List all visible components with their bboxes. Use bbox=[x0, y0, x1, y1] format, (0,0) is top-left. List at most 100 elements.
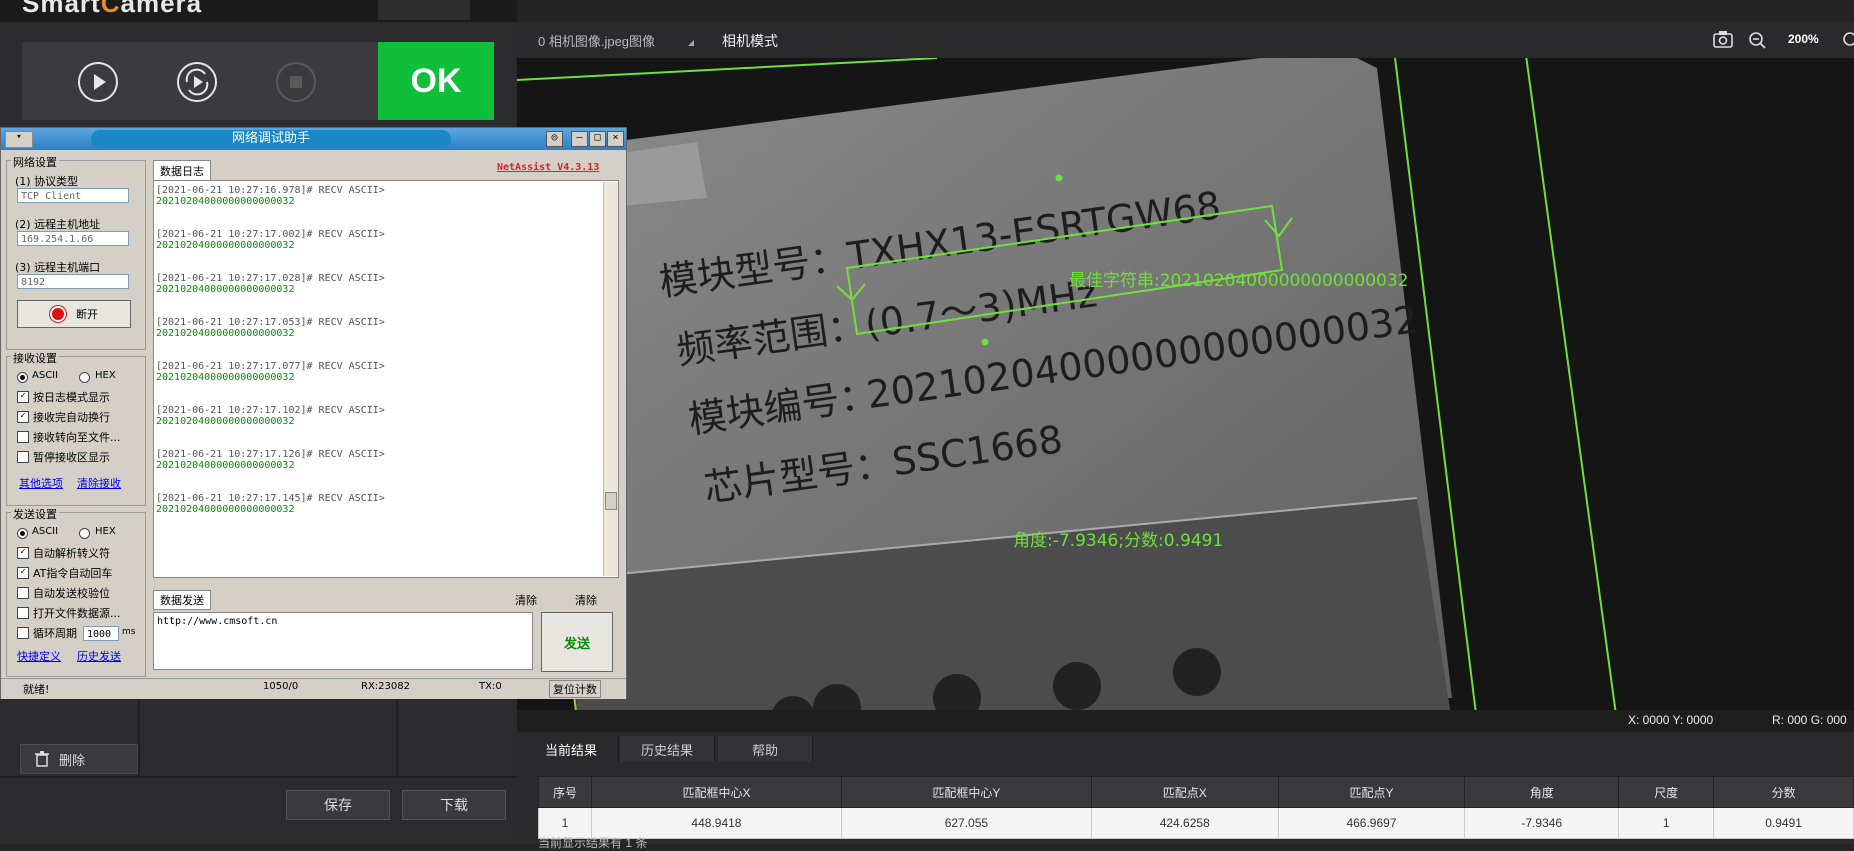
save-button[interactable]: 保存 bbox=[286, 790, 390, 820]
col-header[interactable]: 匹配框中心Y bbox=[840, 776, 1092, 808]
minimize-icon[interactable]: – bbox=[571, 131, 588, 147]
protocol-select[interactable]: TCP Client bbox=[17, 188, 129, 203]
data-log-tab[interactable]: 数据日志 bbox=[153, 160, 211, 181]
col-header[interactable]: 序号 bbox=[538, 776, 592, 808]
col-header[interactable]: 匹配框中心X bbox=[591, 776, 842, 808]
send-opt-label: AT指令自动回车 bbox=[33, 567, 113, 580]
camera-mode-label[interactable]: 相机模式 bbox=[722, 31, 778, 51]
camera-icon[interactable] bbox=[1712, 28, 1734, 50]
log-entry-header: [2021-06-21 10:27:17.053]# RECV ASCII> bbox=[156, 317, 385, 328]
system-menu-icon[interactable]: ▾ bbox=[5, 131, 33, 148]
recv-opt-checkbox[interactable]: ✓ bbox=[17, 411, 29, 423]
clear-receive-link[interactable]: 清除接收 bbox=[77, 475, 121, 491]
remote-host-input[interactable]: 169.254.1.66 bbox=[17, 231, 129, 246]
protocol-label: (1) 协议类型 bbox=[15, 175, 79, 188]
recv-opt-checkbox[interactable] bbox=[17, 431, 29, 443]
camera-image[interactable]: 模块型号：TXHX13-ESRTGW68 频率范围：(0.7～3)MHz 模块编… bbox=[517, 58, 1854, 722]
send-ascii-label: ASCII bbox=[32, 526, 59, 537]
recv-ascii-radio[interactable] bbox=[17, 372, 28, 383]
send-button[interactable]: 发送 bbox=[541, 612, 613, 672]
viewer-toolbar bbox=[517, 22, 1854, 58]
trash-icon bbox=[35, 751, 49, 767]
send-hex-radio[interactable] bbox=[79, 528, 90, 539]
col-header[interactable]: 角度 bbox=[1464, 776, 1620, 808]
disconnect-button[interactable]: 断开 bbox=[17, 300, 131, 328]
recv-opt-label: 接收完自动换行 bbox=[33, 411, 110, 424]
receive-log[interactable]: [2021-06-21 10:27:16.978]# RECV ASCII> 20… bbox=[153, 180, 619, 578]
image-source-label[interactable]: 0 相机图像.jpeg图像 bbox=[538, 31, 655, 50]
recv-opt-checkbox[interactable]: ✓ bbox=[17, 391, 29, 403]
send-opt-checkbox[interactable] bbox=[17, 607, 29, 619]
netassist-window[interactable]: ▾ 网络调试助手 ◎ – □ × 网络设置 (1) 协议类型 TCP Clien… bbox=[0, 127, 627, 699]
log-entry-data: 20210204000000000000032 bbox=[156, 504, 295, 515]
best-string-overlay: 最佳字符串:20210204000000000000032 bbox=[1069, 271, 1409, 291]
status-rx: RX:23082 bbox=[361, 681, 410, 692]
send-opt-label: 自动发送校验位 bbox=[33, 587, 110, 600]
log-entry-data: 20210204000000000000032 bbox=[156, 416, 295, 427]
pin-icon[interactable]: ◎ bbox=[546, 131, 563, 147]
log-entry-header: [2021-06-21 10:27:17.126]# RECV ASCII> bbox=[156, 449, 385, 460]
download-button[interactable]: 下载 bbox=[402, 790, 506, 820]
ok-status-indicator: OK bbox=[378, 42, 494, 120]
delete-button[interactable]: 删除 bbox=[20, 744, 138, 774]
tab-current-results[interactable]: 当前结果 bbox=[524, 736, 619, 762]
play-button[interactable] bbox=[78, 62, 118, 102]
data-send-tab[interactable]: 数据发送 bbox=[153, 590, 211, 610]
table-cell: 1 bbox=[1618, 807, 1715, 839]
divider bbox=[0, 776, 517, 778]
netassist-status-bar bbox=[1, 678, 626, 699]
network-settings-title: 网络设置 bbox=[11, 154, 59, 170]
table-cell: 0.9491 bbox=[1713, 807, 1854, 839]
clear-send-button[interactable]: 清除 bbox=[575, 592, 597, 608]
table-row[interactable]: 1 448.9418 627.055 424.6258 466.9697 -7.… bbox=[538, 807, 1854, 839]
send-opt-checkbox[interactable]: ✓ bbox=[17, 547, 29, 559]
col-header[interactable]: 匹配点X bbox=[1090, 776, 1279, 808]
recv-hex-radio[interactable] bbox=[79, 372, 90, 383]
top-tab-block bbox=[378, 0, 470, 20]
recv-opt-checkbox[interactable] bbox=[17, 451, 29, 463]
log-entry-header: [2021-06-21 10:27:17.077]# RECV ASCII> bbox=[156, 361, 385, 372]
log-entry-header: [2021-06-21 10:27:17.145]# RECV ASCII> bbox=[156, 493, 385, 504]
connection-status-icon bbox=[50, 306, 66, 322]
send-opt-checkbox[interactable]: ✓ bbox=[17, 567, 29, 579]
tab-help[interactable]: 帮助 bbox=[718, 736, 813, 762]
divider bbox=[138, 700, 140, 776]
zoom-out-icon[interactable] bbox=[1746, 29, 1768, 51]
log-entry-header: [2021-06-21 10:27:17.028]# RECV ASCII> bbox=[156, 273, 385, 284]
loop-unit: ms bbox=[122, 627, 136, 637]
history-send-link[interactable]: 历史发送 bbox=[77, 648, 121, 664]
send-settings-title: 发送设置 bbox=[11, 506, 59, 522]
table-cell: 424.6258 bbox=[1090, 807, 1279, 839]
recv-opt-label: 暂停接收区显示 bbox=[33, 451, 110, 464]
quick-define-link[interactable]: 快捷定义 bbox=[17, 648, 61, 664]
status-tx: TX:0 bbox=[479, 681, 502, 692]
col-header[interactable]: 分数 bbox=[1713, 776, 1854, 808]
loop-run-button[interactable] bbox=[177, 62, 217, 102]
col-header[interactable]: 匹配点Y bbox=[1277, 776, 1466, 808]
stop-icon bbox=[290, 76, 302, 88]
zoom-in-icon[interactable] bbox=[1840, 29, 1854, 51]
source-dropdown-icon[interactable] bbox=[688, 40, 694, 46]
col-header[interactable]: 尺度 bbox=[1618, 776, 1715, 808]
log-scrollbar[interactable] bbox=[603, 182, 618, 576]
close-icon[interactable]: × bbox=[607, 131, 624, 147]
send-opt-label: 自动解析转义符 bbox=[33, 547, 110, 560]
more-options-link[interactable]: 其他选项 bbox=[19, 475, 63, 491]
version-label[interactable]: NetAssist V4.3.13 bbox=[497, 162, 599, 173]
clear-log-button[interactable]: 清除 bbox=[515, 592, 537, 608]
disconnect-label: 断开 bbox=[76, 308, 98, 321]
maximize-icon[interactable]: □ bbox=[589, 131, 606, 147]
send-input[interactable]: http://www.cmsoft.cn bbox=[153, 612, 533, 670]
loop-checkbox[interactable] bbox=[17, 627, 29, 639]
send-ascii-radio[interactable] bbox=[17, 528, 28, 539]
cursor-coordinates: X: 0000 Y: 0000 bbox=[1628, 713, 1714, 727]
stop-button[interactable] bbox=[276, 62, 316, 102]
tab-history-results[interactable]: 历史结果 bbox=[620, 736, 715, 762]
table-cell: 627.055 bbox=[840, 807, 1092, 839]
loop-period-input[interactable]: 1000 bbox=[83, 626, 119, 641]
reset-count-button[interactable]: 复位计数 bbox=[549, 680, 601, 698]
send-opt-checkbox[interactable] bbox=[17, 587, 29, 599]
scrollbar-thumb[interactable] bbox=[605, 492, 617, 510]
remote-port-input[interactable]: 8192 bbox=[17, 274, 129, 289]
delete-label: 删除 bbox=[59, 752, 86, 768]
